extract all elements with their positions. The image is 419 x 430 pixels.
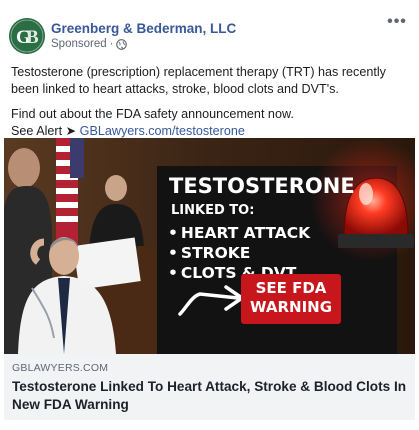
fda-announcement-text: Find out about the FDA safety announceme… <box>11 107 294 121</box>
bullet-dot-icon: • <box>168 244 178 262</box>
page-name-link[interactable]: Greenberg & Bederman, LLC <box>51 21 236 36</box>
post-paragraph-2: Find out about the FDA safety announceme… <box>11 106 411 140</box>
gb-logo-icon: G B <box>9 18 45 54</box>
fda-warning-box: SEE FDA WARNING <box>241 274 341 324</box>
sponsored-post: G B Greenberg & Bederman, LLC Sponsored … <box>0 0 419 430</box>
globe-icon <box>116 38 128 50</box>
bullet-dot-icon: • <box>168 224 178 242</box>
svg-text:B: B <box>26 27 39 48</box>
link-domain: GBLAWYERS.COM <box>12 362 109 374</box>
warning-line-1: SEE FDA <box>255 279 327 297</box>
ad-title: TESTOSTERONE <box>169 174 355 198</box>
post-message: Testosterone (prescription) replacement … <box>11 64 411 148</box>
sponsored-label[interactable]: Sponsored <box>51 38 107 50</box>
arrow-icon: ➤ <box>65 124 77 138</box>
meta-separator: · <box>109 38 114 50</box>
warning-line-2: WARNING <box>249 298 333 316</box>
linked-to-label: LINKED TO: <box>171 203 255 218</box>
bullet-heart-attack: • HEART ATTACK <box>168 224 311 242</box>
link-preview-card[interactable]: GBLAWYERS.COM Testosterone Linked To Hea… <box>4 354 415 420</box>
ad-image[interactable]: TESTOSTERONE LINKED TO: • HEART ATTACK • S… <box>4 138 415 354</box>
see-alert-label: See Alert <box>11 124 63 138</box>
page-avatar[interactable]: G B <box>9 18 45 54</box>
more-options-button[interactable]: ••• <box>384 14 410 32</box>
post-paragraph-1: Testosterone (prescription) replacement … <box>11 65 386 96</box>
see-alert-line: See Alert ➤ GBLawyers.com/testosterone <box>11 124 245 138</box>
sponsored-row: Sponsored · <box>51 38 128 50</box>
bullet-dot-icon: • <box>168 264 178 282</box>
post-header: G B Greenberg & Bederman, LLC Sponsored … <box>0 0 419 58</box>
bullet-stroke: • STROKE <box>168 244 251 262</box>
see-alert-link[interactable]: GBLawyers.com/testosterone <box>80 124 245 138</box>
link-headline[interactable]: Testosterone Linked To Heart Attack, Str… <box>12 378 410 414</box>
